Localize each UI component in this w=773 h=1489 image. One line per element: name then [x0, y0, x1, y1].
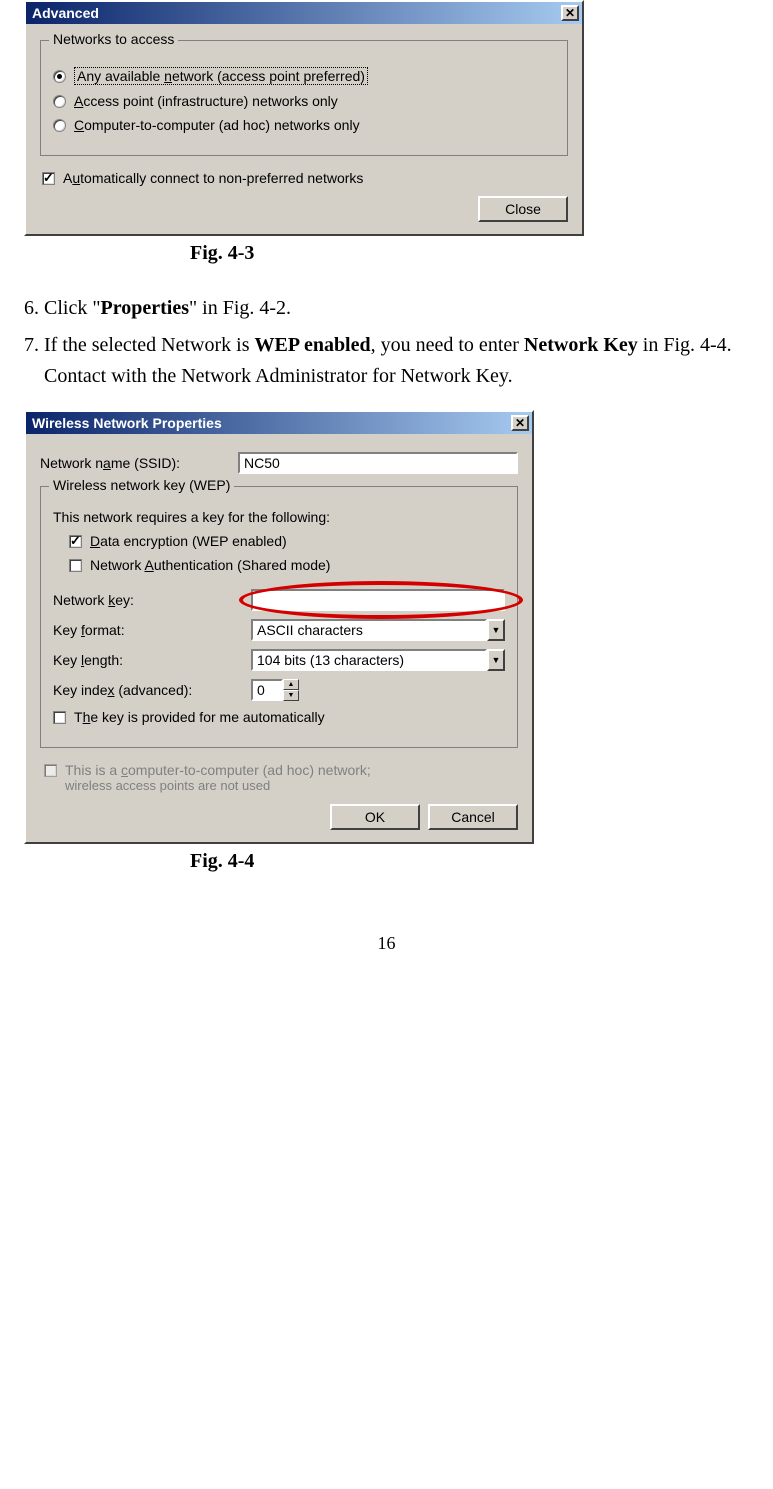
checkbox-label: Data encryption (WEP enabled) — [90, 533, 287, 549]
key-index-spinner[interactable]: 0 ▲ ▼ — [251, 679, 307, 701]
key-format-row: Key format: ASCII characters — [53, 619, 505, 641]
titlebar-advanced: Advanced ✕ — [26, 2, 582, 24]
network-key-input[interactable] — [251, 589, 505, 611]
checkbox-label: The key is provided for me automatically — [74, 709, 325, 725]
checkbox-label: Automatically connect to non-preferred n… — [63, 170, 363, 186]
cancel-button[interactable]: Cancel — [428, 804, 518, 830]
radio-label: Access point (infrastructure) networks o… — [74, 93, 338, 109]
title-text: Advanced — [32, 5, 99, 21]
key-index-row: Key index (advanced): 0 ▲ ▼ — [53, 679, 505, 701]
step-7: If the selected Network is WEP enabled, … — [44, 330, 763, 392]
figure-caption-4-4: Fig. 4-4 — [10, 850, 763, 873]
checkbox-icon — [53, 711, 66, 724]
title-text: Wireless Network Properties — [32, 415, 222, 431]
step-6: Click "Properties" in Fig. 4-2. — [44, 293, 763, 324]
text-bold: Network Key — [524, 334, 638, 356]
wireless-properties-dialog: Wireless Network Properties ✕ Network na… — [24, 410, 534, 844]
radio-label: Computer-to-computer (ad hoc) networks o… — [74, 117, 360, 133]
advanced-dialog: Advanced ✕ Networks to access Any availa… — [24, 0, 584, 236]
adhoc-subtext: wireless access points are not used — [65, 778, 514, 794]
checkbox-label: Network Authentication (Shared mode) — [90, 557, 330, 573]
ssid-row: Network name (SSID): NC50 — [40, 452, 518, 474]
key-length-row: Key length: 104 bits (13 characters) — [53, 649, 505, 671]
key-length-combo[interactable]: 104 bits (13 characters) — [251, 649, 505, 671]
group-title: Networks to access — [49, 31, 178, 47]
spinner-down-icon[interactable]: ▼ — [283, 690, 299, 701]
checkbox-label: This is a computer-to-computer (ad hoc) … — [65, 762, 371, 778]
close-icon[interactable]: ✕ — [561, 5, 579, 21]
spinner-value: 0 — [251, 679, 283, 701]
titlebar-wireless: Wireless Network Properties ✕ — [26, 412, 532, 434]
key-format-combo[interactable]: ASCII characters — [251, 619, 505, 641]
radio-label: Any available network (access point pref… — [74, 67, 368, 85]
ssid-label: Network name (SSID): — [40, 455, 230, 471]
instruction-list: Click "Properties" in Fig. 4-2. If the s… — [10, 293, 763, 392]
text-bold: Properties — [101, 297, 190, 319]
checkbox-icon — [42, 172, 55, 185]
wep-group: Wireless network key (WEP) This network … — [40, 486, 518, 748]
key-index-label: Key index (advanced): — [53, 682, 243, 698]
group-title: Wireless network key (WEP) — [49, 477, 234, 493]
network-key-row: Network key: — [53, 589, 505, 611]
key-format-label: Key format: — [53, 622, 243, 638]
network-key-label: Network key: — [53, 592, 243, 608]
ssid-input[interactable]: NC50 — [238, 452, 518, 474]
text: " in Fig. 4-2. — [189, 297, 291, 319]
data-encryption-checkbox[interactable]: Data encryption (WEP enabled) — [69, 533, 505, 549]
checkbox-icon — [69, 559, 82, 572]
radio-adhoc-only[interactable]: Computer-to-computer (ad hoc) networks o… — [53, 117, 555, 133]
close-icon[interactable]: ✕ — [511, 415, 529, 431]
radio-icon — [53, 70, 66, 83]
text: Click " — [44, 297, 101, 319]
key-length-label: Key length: — [53, 652, 243, 668]
ok-button[interactable]: OK — [330, 804, 420, 830]
radio-icon — [53, 95, 66, 108]
wep-intro: This network requires a key for the foll… — [53, 509, 505, 525]
adhoc-checkbox: This is a computer-to-computer (ad hoc) … — [44, 762, 514, 794]
radio-any-network[interactable]: Any available network (access point pref… — [53, 67, 555, 85]
radio-icon — [53, 119, 66, 132]
text-bold: WEP enabled — [254, 334, 370, 356]
combo-value: 104 bits (13 characters) — [251, 649, 487, 671]
auto-connect-checkbox[interactable]: Automatically connect to non-preferred n… — [42, 170, 566, 186]
spinner-up-icon[interactable]: ▲ — [283, 679, 299, 690]
text: , you need to enter — [371, 334, 524, 356]
network-auth-checkbox[interactable]: Network Authentication (Shared mode) — [69, 557, 505, 573]
networks-to-access-group: Networks to access Any available network… — [40, 40, 568, 156]
figure-caption-4-3: Fig. 4-3 — [10, 242, 763, 265]
page-number: 16 — [10, 933, 763, 954]
close-button[interactable]: Close — [478, 196, 568, 222]
text: If the selected Network is — [44, 334, 254, 356]
radio-access-point-only[interactable]: Access point (infrastructure) networks o… — [53, 93, 555, 109]
checkbox-icon — [44, 764, 57, 777]
auto-key-checkbox[interactable]: The key is provided for me automatically — [53, 709, 505, 725]
combo-value: ASCII characters — [251, 619, 487, 641]
checkbox-icon — [69, 535, 82, 548]
chevron-down-icon[interactable] — [487, 619, 505, 641]
chevron-down-icon[interactable] — [487, 649, 505, 671]
